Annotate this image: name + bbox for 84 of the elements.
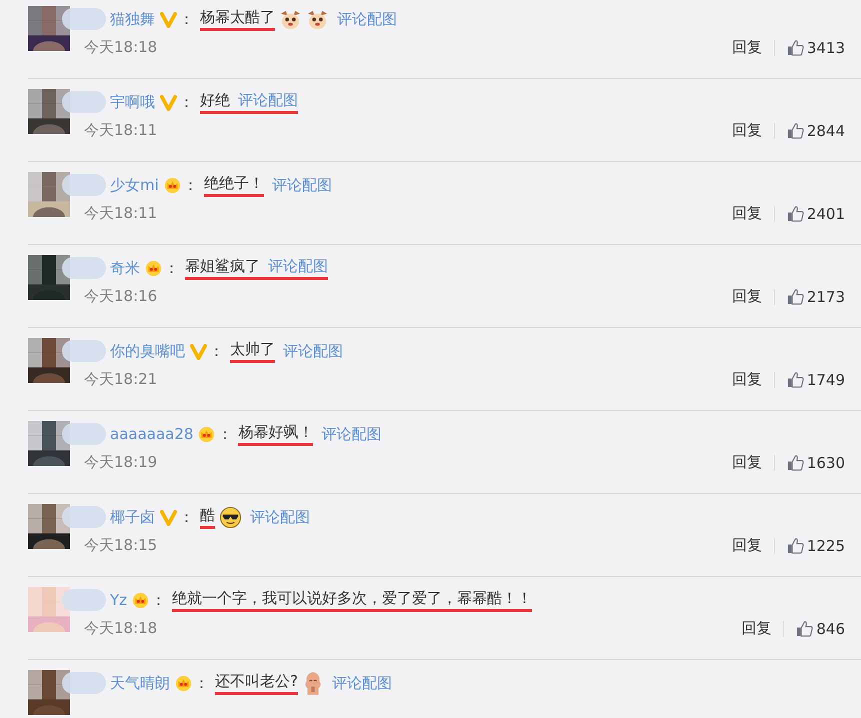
thumbs-up-icon xyxy=(786,537,804,554)
blur-patch xyxy=(62,340,106,362)
reply-link[interactable]: 回复 xyxy=(732,287,762,306)
image-link[interactable]: 评论配图 xyxy=(268,256,328,276)
image-link[interactable]: 评论配图 xyxy=(321,424,382,444)
like-count: 3413 xyxy=(806,38,845,56)
colon: ： xyxy=(164,258,179,278)
like-button[interactable]: 846 xyxy=(796,620,845,638)
like-button[interactable]: 3413 xyxy=(786,38,845,56)
image-link[interactable]: 评论配图 xyxy=(238,90,298,110)
thumbs-up-icon xyxy=(796,620,814,637)
comment-text: 绝就一个字，我可以说好多次，爱了爱了，幂幂酷！！ xyxy=(172,588,532,612)
user-name[interactable]: aaaaaaa28 xyxy=(110,425,194,443)
comment-text: 杨幂好飒！ xyxy=(238,422,314,446)
timestamp: 今天18:21 xyxy=(84,370,158,389)
image-link[interactable]: 评论配图 xyxy=(332,674,392,692)
colon: ： xyxy=(179,10,194,28)
user-name[interactable]: 猫独舞 xyxy=(110,10,155,28)
thumbs-up-icon xyxy=(786,39,804,56)
blur-patch xyxy=(62,174,106,196)
like-count: 2401 xyxy=(806,204,845,222)
comment-text: 酷 xyxy=(200,506,215,528)
blur-patch xyxy=(62,257,106,279)
timestamp: 今天18:16 xyxy=(84,287,158,306)
thumbs-up-icon xyxy=(786,454,804,471)
timestamp: 今天18:18 xyxy=(84,619,158,638)
colon: ： xyxy=(182,176,198,194)
like-button[interactable]: 2401 xyxy=(786,204,845,222)
like-count: 1225 xyxy=(806,536,845,554)
like-button[interactable]: 1630 xyxy=(786,454,845,472)
like-button[interactable]: 2173 xyxy=(786,288,845,306)
timestamp: 今天18:15 xyxy=(84,536,158,555)
comment-text: 好绝 xyxy=(200,90,230,110)
like-count: 2844 xyxy=(806,122,845,140)
user-name[interactable]: 宇啊哦 xyxy=(110,92,155,112)
colon: ： xyxy=(179,92,194,112)
colon: ： xyxy=(217,424,232,444)
like-count: 2173 xyxy=(806,288,845,306)
thumbs-up-icon xyxy=(786,122,804,139)
image-link[interactable]: 评论配图 xyxy=(337,10,397,28)
comment-text: 幂姐鲨疯了 xyxy=(185,256,260,276)
thumbs-up-icon xyxy=(786,371,804,388)
blur-patch xyxy=(62,8,106,30)
thumbs-up-icon xyxy=(786,288,804,305)
user-name[interactable]: 少女mi xyxy=(110,176,159,194)
timestamp: 今天18:18 xyxy=(84,38,158,57)
like-count: 1749 xyxy=(806,370,845,388)
reply-link[interactable]: 回复 xyxy=(732,121,762,140)
user-name[interactable]: 天气晴朗 xyxy=(110,674,170,692)
reply-link[interactable]: 回复 xyxy=(732,38,762,57)
comment-text: 太帅了 xyxy=(230,340,275,362)
timestamp: 今天18:19 xyxy=(84,453,158,472)
user-name[interactable]: 椰子卤 xyxy=(110,508,155,526)
comment-text: 杨幂太酷了 xyxy=(200,8,275,30)
comment-text: 还不叫老公? xyxy=(215,672,298,694)
colon: ： xyxy=(151,590,166,610)
user-name[interactable]: 你的臭嘴吧 xyxy=(110,342,185,360)
colon: ： xyxy=(209,342,224,360)
timestamp: 今天18:11 xyxy=(84,204,158,223)
comment-text: 绝绝子！ xyxy=(204,174,264,196)
image-link[interactable]: 评论配图 xyxy=(272,176,332,194)
blur-patch xyxy=(62,672,106,694)
reply-link[interactable]: 回复 xyxy=(732,204,762,223)
blur-patch xyxy=(62,589,106,611)
like-count: 846 xyxy=(816,620,845,638)
image-link[interactable]: 评论配图 xyxy=(250,508,310,526)
blur-patch xyxy=(62,423,106,445)
like-button[interactable]: 1225 xyxy=(786,536,845,554)
like-count: 1630 xyxy=(806,454,845,472)
reply-link[interactable]: 回复 xyxy=(732,536,762,555)
reply-link[interactable]: 回复 xyxy=(741,619,772,638)
user-name[interactable]: 奇米 xyxy=(110,258,140,278)
colon: ： xyxy=(194,674,209,692)
blur-patch xyxy=(62,91,106,113)
reply-link[interactable]: 回复 xyxy=(732,370,762,389)
blur-patch xyxy=(62,506,106,528)
image-link[interactable]: 评论配图 xyxy=(283,342,343,360)
user-name[interactable]: Yz xyxy=(110,591,128,609)
reply-link[interactable]: 回复 xyxy=(732,453,762,472)
like-button[interactable]: 2844 xyxy=(786,122,845,140)
colon: ： xyxy=(179,508,194,526)
thumbs-up-icon xyxy=(786,205,804,222)
timestamp: 今天18:11 xyxy=(84,121,158,140)
like-button[interactable]: 1749 xyxy=(786,370,845,388)
